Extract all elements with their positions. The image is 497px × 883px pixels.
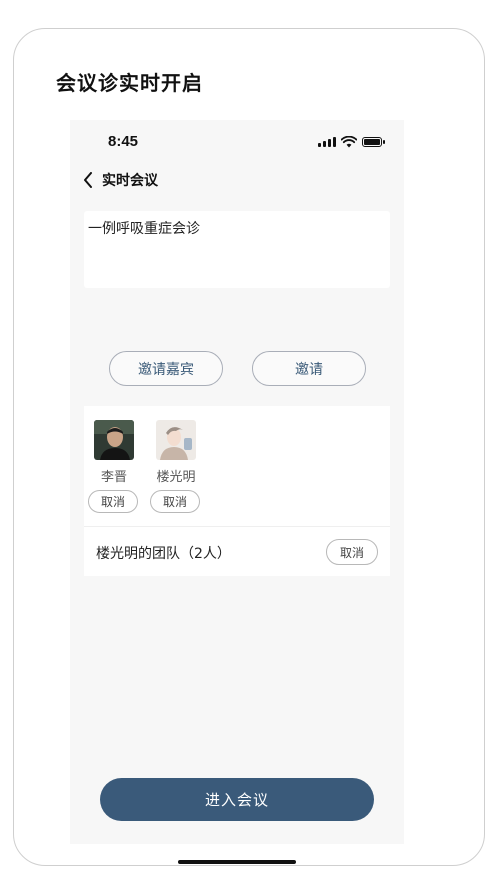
avatar [156, 420, 196, 460]
chevron-left-icon[interactable] [80, 171, 96, 189]
meeting-topic-field[interactable]: 一例呼吸重症会诊 [84, 211, 390, 288]
phone-screen: 8:45 实时会议 一例呼吸重症会诊 邀请嘉宾 邀请 李晋 取消 楼光明 取消 … [70, 120, 404, 864]
avatar [94, 420, 134, 460]
divider [84, 526, 390, 527]
showcase-card: 会议诊实时开启 8:45 实时会议 一例呼吸重症会诊 邀请嘉宾 邀请 李晋 取消… [13, 28, 485, 866]
battery-icon [362, 137, 385, 147]
participant-name: 楼光明 [156, 470, 196, 485]
team-label: 楼光明的团队（2人） [96, 546, 231, 562]
remove-team-button[interactable]: 取消 [326, 539, 378, 565]
participant-name: 李晋 [100, 470, 127, 485]
invite-button[interactable]: 邀请 [252, 351, 366, 386]
participant-item: 李晋 取消 [88, 420, 140, 513]
participants-panel: 李晋 取消 楼光明 取消 楼光明的团队（2人） 取消 [84, 406, 390, 576]
enter-meeting-button[interactable]: 进入会议 [100, 778, 374, 821]
signal-icon [318, 137, 336, 147]
status-time: 8:45 [108, 133, 139, 150]
home-indicator [178, 860, 296, 864]
invite-guest-button[interactable]: 邀请嘉宾 [109, 351, 223, 386]
remove-participant-button[interactable]: 取消 [88, 490, 138, 513]
participant-item: 楼光明 取消 [150, 420, 202, 513]
nav-bar: 实时会议 [80, 170, 158, 190]
remove-participant-button[interactable]: 取消 [150, 490, 200, 513]
status-icons [318, 136, 385, 148]
wifi-icon [341, 136, 357, 148]
card-title: 会议诊实时开启 [56, 71, 203, 95]
page-title: 实时会议 [102, 173, 158, 189]
